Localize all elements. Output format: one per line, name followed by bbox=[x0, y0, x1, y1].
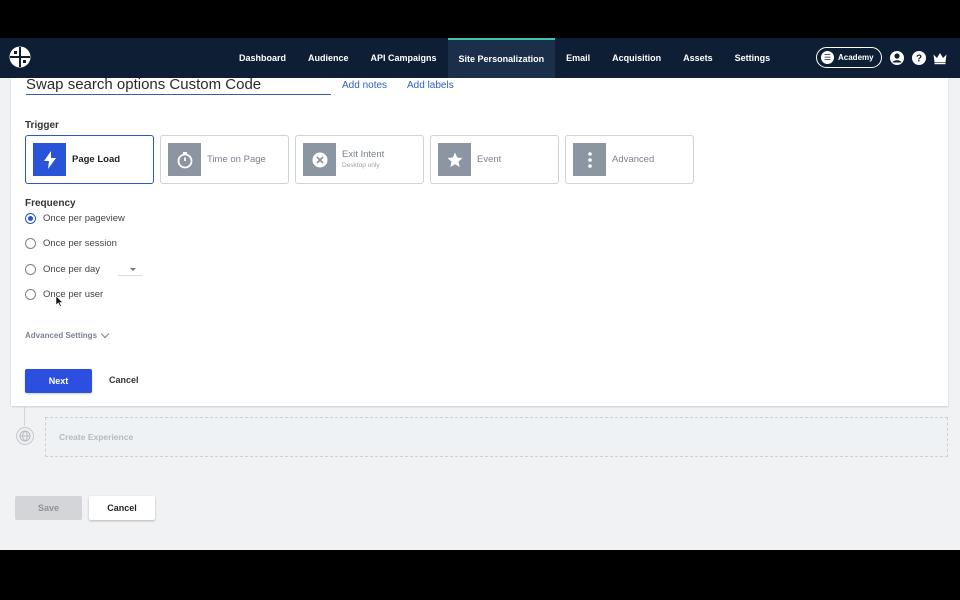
trigger-option-sublabel: Desktop only bbox=[342, 162, 380, 169]
lightning-icon bbox=[33, 143, 66, 176]
add-notes-link[interactable]: Add notes bbox=[342, 80, 387, 91]
day-count-dropdown[interactable] bbox=[118, 264, 142, 276]
trigger-option-label: Page Load bbox=[72, 154, 121, 165]
academy-button[interactable]: ☰ Academy bbox=[816, 47, 882, 68]
top-nav: Dashboard Audience API Campaigns Site Pe… bbox=[0, 38, 960, 78]
add-labels-link[interactable]: Add labels bbox=[407, 80, 454, 91]
radio-button[interactable] bbox=[25, 212, 36, 224]
more-vertical-icon bbox=[573, 143, 606, 176]
cancel-button[interactable]: Cancel bbox=[109, 375, 139, 385]
next-button[interactable]: Next bbox=[25, 369, 92, 393]
radio-label: Once per session bbox=[43, 237, 117, 249]
frequency-heading: Frequency bbox=[25, 198, 76, 209]
create-experience-step[interactable]: Create Experience bbox=[45, 417, 948, 457]
create-experience-label: Create Experience bbox=[59, 432, 134, 442]
experience-title-input[interactable]: Swap search options Custom Code bbox=[26, 76, 331, 95]
chevron-down-icon bbox=[100, 329, 110, 339]
trigger-option-label: Exit Intent bbox=[342, 149, 385, 160]
radio-button[interactable] bbox=[25, 263, 36, 275]
nav-item-acquisition[interactable]: Acquisition bbox=[601, 38, 672, 78]
stopwatch-icon bbox=[168, 143, 201, 176]
trigger-option-page-load[interactable]: Page Load bbox=[25, 135, 154, 184]
crown-icon[interactable] bbox=[932, 50, 948, 66]
trigger-option-exit-intent[interactable]: Exit Intent Desktop only bbox=[295, 135, 424, 184]
advanced-settings-label: Advanced Settings bbox=[25, 331, 98, 340]
letterbox-top bbox=[0, 0, 960, 38]
trigger-option-event[interactable]: Event bbox=[430, 135, 559, 184]
save-button[interactable]: Save bbox=[15, 496, 82, 520]
trigger-option-label: Event bbox=[477, 154, 502, 165]
account-icon[interactable] bbox=[889, 50, 905, 66]
trigger-option-label: Advanced bbox=[612, 154, 655, 165]
trigger-option-advanced[interactable]: Advanced bbox=[565, 135, 694, 184]
academy-icon: ☰ bbox=[821, 51, 834, 64]
advanced-settings-toggle[interactable]: Advanced Settings bbox=[25, 329, 110, 340]
nav-menu: Dashboard Audience API Campaigns Site Pe… bbox=[228, 38, 781, 78]
app-window: Dashboard Audience API Campaigns Site Pe… bbox=[0, 38, 960, 550]
radio-label: Once per day bbox=[43, 263, 101, 275]
trigger-settings-card: Swap search options Custom Code Add note… bbox=[11, 76, 948, 406]
mouse-cursor-icon bbox=[56, 296, 64, 307]
frequency-option-day[interactable]: Once per day bbox=[25, 262, 100, 276]
timeline-connector bbox=[24, 406, 25, 426]
academy-label: Academy bbox=[838, 53, 874, 62]
brand-logo-icon[interactable] bbox=[9, 46, 31, 68]
nav-item-assets[interactable]: Assets bbox=[672, 38, 724, 78]
close-circle-icon bbox=[303, 143, 336, 176]
radio-label: Once per user bbox=[43, 288, 104, 300]
frequency-option-user[interactable]: Once per user bbox=[25, 287, 103, 301]
footer-cancel-button[interactable]: Cancel bbox=[89, 496, 155, 520]
chevron-down-icon bbox=[130, 268, 136, 271]
nav-item-settings[interactable]: Settings bbox=[724, 38, 782, 78]
help-icon[interactable]: ? bbox=[911, 50, 927, 66]
trigger-option-time-on-page[interactable]: Time on Page bbox=[160, 135, 289, 184]
star-icon bbox=[438, 143, 471, 176]
radio-button[interactable] bbox=[25, 288, 36, 300]
frequency-option-pageview[interactable]: Once per pageview bbox=[25, 211, 125, 225]
globe-icon bbox=[16, 427, 34, 445]
frequency-option-session[interactable]: Once per session bbox=[25, 236, 117, 250]
nav-item-api-campaigns[interactable]: API Campaigns bbox=[360, 38, 448, 78]
nav-item-dashboard[interactable]: Dashboard bbox=[228, 38, 297, 78]
svg-text:?: ? bbox=[916, 54, 922, 65]
radio-label: Once per pageview bbox=[43, 212, 125, 224]
nav-item-site-personalization[interactable]: Site Personalization bbox=[447, 38, 556, 78]
nav-item-audience[interactable]: Audience bbox=[297, 38, 360, 78]
radio-button[interactable] bbox=[25, 237, 36, 249]
trigger-option-label: Time on Page bbox=[207, 154, 266, 165]
nav-item-email[interactable]: Email bbox=[555, 38, 601, 78]
letterbox-bottom bbox=[0, 550, 960, 600]
trigger-heading: Trigger bbox=[25, 120, 59, 131]
